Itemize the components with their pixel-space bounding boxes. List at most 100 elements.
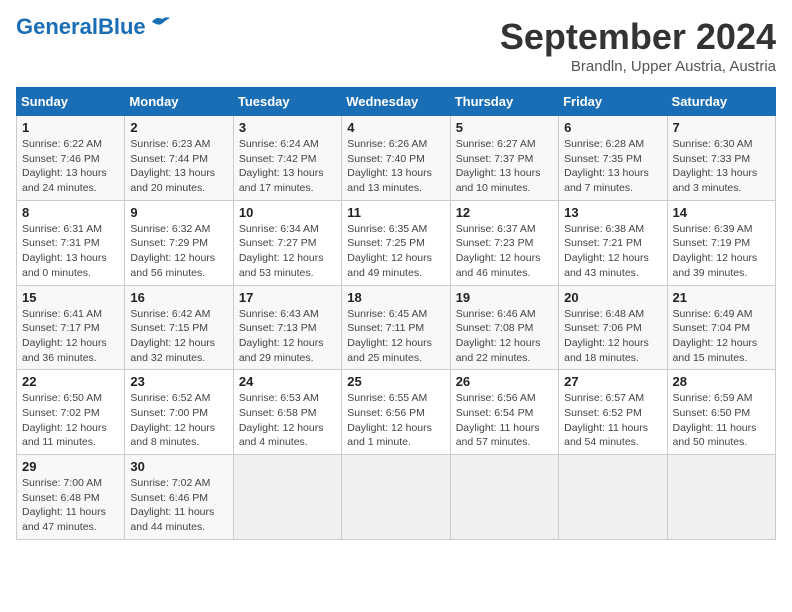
day-number: 10 — [239, 205, 336, 220]
weekday-header-thursday: Thursday — [450, 88, 558, 116]
weekday-header-tuesday: Tuesday — [233, 88, 341, 116]
weekday-header-saturday: Saturday — [667, 88, 775, 116]
weekday-header-monday: Monday — [125, 88, 233, 116]
calendar-header: SundayMondayTuesdayWednesdayThursdayFrid… — [17, 88, 776, 116]
day-number: 29 — [22, 459, 119, 474]
calendar-body: 1 Sunrise: 6:22 AM Sunset: 7:46 PM Daylig… — [17, 116, 776, 540]
day-number: 6 — [564, 120, 661, 135]
calendar-cell: 28 Sunrise: 6:59 AM Sunset: 6:50 PM Dayli… — [667, 370, 775, 455]
calendar-cell: 1 Sunrise: 6:22 AM Sunset: 7:46 PM Daylig… — [17, 116, 125, 201]
calendar-cell: 10 Sunrise: 6:34 AM Sunset: 7:27 PM Dayli… — [233, 200, 341, 285]
day-info: Sunrise: 6:26 AM Sunset: 7:40 PM Dayligh… — [347, 137, 444, 196]
logo: GeneralBlue — [16, 16, 172, 38]
location-title: Brandln, Upper Austria, Austria — [500, 58, 776, 75]
day-info: Sunrise: 6:49 AM Sunset: 7:04 PM Dayligh… — [673, 307, 770, 366]
page-header: GeneralBlue September 2024 Brandln, Uppe… — [16, 16, 776, 75]
day-number: 25 — [347, 374, 444, 389]
day-info: Sunrise: 6:52 AM Sunset: 7:00 PM Dayligh… — [130, 391, 227, 450]
month-title: September 2024 — [500, 16, 776, 58]
day-info: Sunrise: 6:38 AM Sunset: 7:21 PM Dayligh… — [564, 222, 661, 281]
day-info: Sunrise: 6:50 AM Sunset: 7:02 PM Dayligh… — [22, 391, 119, 450]
day-info: Sunrise: 6:48 AM Sunset: 7:06 PM Dayligh… — [564, 307, 661, 366]
day-number: 8 — [22, 205, 119, 220]
day-number: 28 — [673, 374, 770, 389]
calendar-cell: 24 Sunrise: 6:53 AM Sunset: 6:58 PM Dayli… — [233, 370, 341, 455]
day-info: Sunrise: 6:39 AM Sunset: 7:19 PM Dayligh… — [673, 222, 770, 281]
day-info: Sunrise: 6:55 AM Sunset: 6:56 PM Dayligh… — [347, 391, 444, 450]
weekday-header-wednesday: Wednesday — [342, 88, 450, 116]
day-number: 2 — [130, 120, 227, 135]
day-info: Sunrise: 6:30 AM Sunset: 7:33 PM Dayligh… — [673, 137, 770, 196]
calendar-week-row: 15 Sunrise: 6:41 AM Sunset: 7:17 PM Dayli… — [17, 285, 776, 370]
calendar-cell: 6 Sunrise: 6:28 AM Sunset: 7:35 PM Daylig… — [559, 116, 667, 201]
calendar-cell: 8 Sunrise: 6:31 AM Sunset: 7:31 PM Daylig… — [17, 200, 125, 285]
day-number: 12 — [456, 205, 553, 220]
day-number: 27 — [564, 374, 661, 389]
day-number: 14 — [673, 205, 770, 220]
logo-text: GeneralBlue — [16, 16, 146, 38]
day-info: Sunrise: 6:41 AM Sunset: 7:17 PM Dayligh… — [22, 307, 119, 366]
weekday-header-sunday: Sunday — [17, 88, 125, 116]
day-number: 16 — [130, 290, 227, 305]
day-info: Sunrise: 6:57 AM Sunset: 6:52 PM Dayligh… — [564, 391, 661, 450]
calendar-week-row: 22 Sunrise: 6:50 AM Sunset: 7:02 PM Dayli… — [17, 370, 776, 455]
calendar-cell: 17 Sunrise: 6:43 AM Sunset: 7:13 PM Dayli… — [233, 285, 341, 370]
calendar-cell: 12Sunrise: 6:37 AM Sunset: 7:23 PM Dayli… — [450, 200, 558, 285]
day-info: Sunrise: 6:35 AM Sunset: 7:25 PM Dayligh… — [347, 222, 444, 281]
calendar-cell: 13Sunrise: 6:38 AM Sunset: 7:21 PM Dayli… — [559, 200, 667, 285]
day-info: Sunrise: 6:22 AM Sunset: 7:46 PM Dayligh… — [22, 137, 119, 196]
day-number: 11 — [347, 205, 444, 220]
calendar-cell: 29 Sunrise: 7:00 AM Sunset: 6:48 PM Dayli… — [17, 455, 125, 540]
calendar-cell: 15 Sunrise: 6:41 AM Sunset: 7:17 PM Dayli… — [17, 285, 125, 370]
calendar-cell — [342, 455, 450, 540]
day-number: 4 — [347, 120, 444, 135]
day-info: Sunrise: 7:02 AM Sunset: 6:46 PM Dayligh… — [130, 476, 227, 535]
calendar-week-row: 1 Sunrise: 6:22 AM Sunset: 7:46 PM Daylig… — [17, 116, 776, 201]
day-number: 19 — [456, 290, 553, 305]
calendar-week-row: 8 Sunrise: 6:31 AM Sunset: 7:31 PM Daylig… — [17, 200, 776, 285]
calendar-cell — [233, 455, 341, 540]
calendar-cell: 18Sunrise: 6:45 AM Sunset: 7:11 PM Dayli… — [342, 285, 450, 370]
calendar-cell — [559, 455, 667, 540]
day-number: 1 — [22, 120, 119, 135]
day-info: Sunrise: 6:42 AM Sunset: 7:15 PM Dayligh… — [130, 307, 227, 366]
day-info: Sunrise: 6:32 AM Sunset: 7:29 PM Dayligh… — [130, 222, 227, 281]
calendar-cell: 4 Sunrise: 6:26 AM Sunset: 7:40 PM Daylig… — [342, 116, 450, 201]
calendar-cell — [450, 455, 558, 540]
calendar-cell — [667, 455, 775, 540]
logo-bird-icon — [150, 14, 172, 30]
day-number: 20 — [564, 290, 661, 305]
day-info: Sunrise: 6:34 AM Sunset: 7:27 PM Dayligh… — [239, 222, 336, 281]
calendar-cell: 23Sunrise: 6:52 AM Sunset: 7:00 PM Dayli… — [125, 370, 233, 455]
calendar-cell: 3Sunrise: 6:24 AM Sunset: 7:42 PM Daylig… — [233, 116, 341, 201]
calendar-cell: 14 Sunrise: 6:39 AM Sunset: 7:19 PM Dayli… — [667, 200, 775, 285]
day-info: Sunrise: 7:00 AM Sunset: 6:48 PM Dayligh… — [22, 476, 119, 535]
calendar-cell: 27 Sunrise: 6:57 AM Sunset: 6:52 PM Dayli… — [559, 370, 667, 455]
day-info: Sunrise: 6:43 AM Sunset: 7:13 PM Dayligh… — [239, 307, 336, 366]
calendar-cell: 26Sunrise: 6:56 AM Sunset: 6:54 PM Dayli… — [450, 370, 558, 455]
calendar-cell: 25 Sunrise: 6:55 AM Sunset: 6:56 PM Dayli… — [342, 370, 450, 455]
calendar-cell: 21Sunrise: 6:49 AM Sunset: 7:04 PM Dayli… — [667, 285, 775, 370]
calendar-cell: 11 Sunrise: 6:35 AM Sunset: 7:25 PM Dayli… — [342, 200, 450, 285]
calendar-cell: 19Sunrise: 6:46 AM Sunset: 7:08 PM Dayli… — [450, 285, 558, 370]
day-info: Sunrise: 6:59 AM Sunset: 6:50 PM Dayligh… — [673, 391, 770, 450]
day-number: 22 — [22, 374, 119, 389]
day-number: 17 — [239, 290, 336, 305]
weekday-header-row: SundayMondayTuesdayWednesdayThursdayFrid… — [17, 88, 776, 116]
calendar-cell: 30 Sunrise: 7:02 AM Sunset: 6:46 PM Dayli… — [125, 455, 233, 540]
day-number: 30 — [130, 459, 227, 474]
calendar-cell: 20 Sunrise: 6:48 AM Sunset: 7:06 PM Dayli… — [559, 285, 667, 370]
calendar-cell: 2Sunrise: 6:23 AM Sunset: 7:44 PM Daylig… — [125, 116, 233, 201]
calendar-cell: 22 Sunrise: 6:50 AM Sunset: 7:02 PM Dayli… — [17, 370, 125, 455]
day-number: 5 — [456, 120, 553, 135]
day-number: 24 — [239, 374, 336, 389]
calendar-table: SundayMondayTuesdayWednesdayThursdayFrid… — [16, 87, 776, 540]
day-info: Sunrise: 6:28 AM Sunset: 7:35 PM Dayligh… — [564, 137, 661, 196]
day-info: Sunrise: 6:45 AM Sunset: 7:11 PM Dayligh… — [347, 307, 444, 366]
day-number: 3 — [239, 120, 336, 135]
day-number: 15 — [22, 290, 119, 305]
day-info: Sunrise: 6:31 AM Sunset: 7:31 PM Dayligh… — [22, 222, 119, 281]
day-number: 7 — [673, 120, 770, 135]
day-info: Sunrise: 6:53 AM Sunset: 6:58 PM Dayligh… — [239, 391, 336, 450]
calendar-cell: 16 Sunrise: 6:42 AM Sunset: 7:15 PM Dayli… — [125, 285, 233, 370]
